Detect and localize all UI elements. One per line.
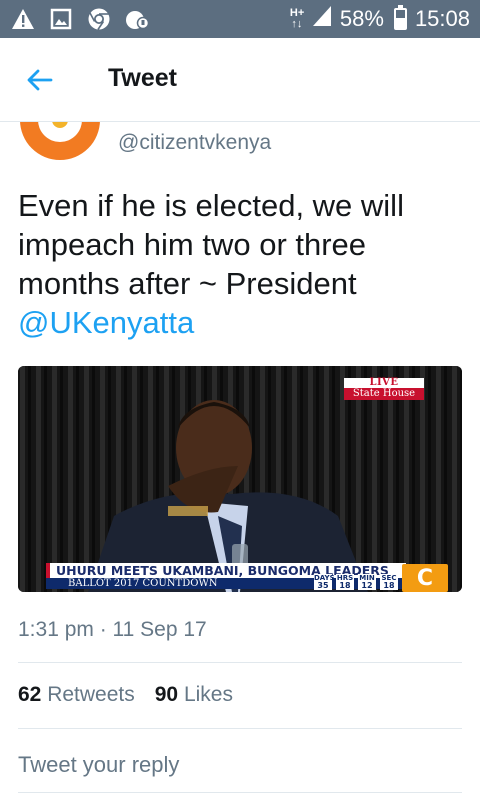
clash-of-clans-icon (124, 6, 150, 32)
tweet-media[interactable]: LIVE State House UHURU MEETS UKAMBANI, B… (18, 366, 462, 592)
author-handle[interactable]: @citizentvkenya (118, 131, 271, 155)
mention-link[interactable]: @UKenyatta (18, 305, 194, 340)
live-label: LIVE (344, 378, 424, 388)
tweet-stats: 62 Retweets 90 Likes (18, 683, 233, 707)
likes-count: 90 (154, 683, 179, 706)
ticker-label: BALLOT 2017 COUNTDOWN (68, 578, 218, 589)
notification-icons (10, 6, 150, 32)
retweets-label: Retweets (47, 683, 135, 706)
news-lower-third: UHURU MEETS UKAMBANI, BUNGOMA LEADERS BA… (46, 563, 406, 590)
live-location: State House (344, 388, 424, 400)
tweet-body: Even if he is elected, we will impeach h… (18, 188, 404, 301)
countdown-hours: HRS 18 (336, 574, 354, 590)
back-arrow-icon (27, 69, 53, 91)
divider (18, 792, 462, 793)
page-title: Tweet (108, 64, 177, 92)
countdown-seconds-value: 18 (383, 581, 395, 590)
countdown-minutes: MIN 12 (358, 574, 376, 590)
battery-percent: 58% (339, 6, 384, 31)
warning-icon (10, 6, 36, 32)
divider (18, 662, 462, 663)
countdown-hours-value: 18 (339, 581, 351, 590)
tweet-text: Even if he is elected, we will impeach h… (18, 186, 458, 342)
news-ticker: BALLOT 2017 COUNTDOWN DAYS 35 HRS 18 MIN 12… (46, 574, 406, 590)
divider (18, 728, 462, 729)
battery-icon (393, 5, 407, 30)
retweets-stat[interactable]: 62 Retweets (18, 683, 135, 707)
network-type: H+ ↑↓ (290, 8, 304, 30)
signal-icon (312, 5, 332, 33)
clock: 15:08 (414, 6, 470, 31)
status-bar: H+ ↑↓ 58% 15:08 (0, 0, 480, 38)
likes-label: Likes (183, 683, 233, 706)
chrome-icon (86, 6, 112, 32)
app-bar: Tweet (0, 38, 480, 122)
countdown: DAYS 35 HRS 18 MIN 12 SEC 18 (314, 574, 398, 590)
network-activity-arrows: ↑↓ (291, 18, 303, 30)
countdown-days-value: 35 (317, 581, 329, 590)
channel-logo: C (402, 564, 448, 592)
system-status: H+ ↑↓ 58% 15:08 (290, 0, 470, 38)
battery-level (395, 17, 405, 28)
countdown-seconds: SEC 18 (380, 574, 398, 590)
tweet-timestamp[interactable]: 1:31 pm · 11 Sep 17 (18, 618, 207, 642)
retweets-count: 62 (18, 683, 42, 706)
likes-stat[interactable]: 90 Likes (155, 683, 233, 707)
image-icon (48, 6, 74, 32)
countdown-minutes-value: 12 (361, 581, 373, 590)
reply-input[interactable]: Tweet your reply (18, 752, 179, 778)
countdown-days: DAYS 35 (314, 574, 335, 590)
back-button[interactable] (18, 62, 62, 98)
live-badge: LIVE State House (344, 378, 424, 400)
